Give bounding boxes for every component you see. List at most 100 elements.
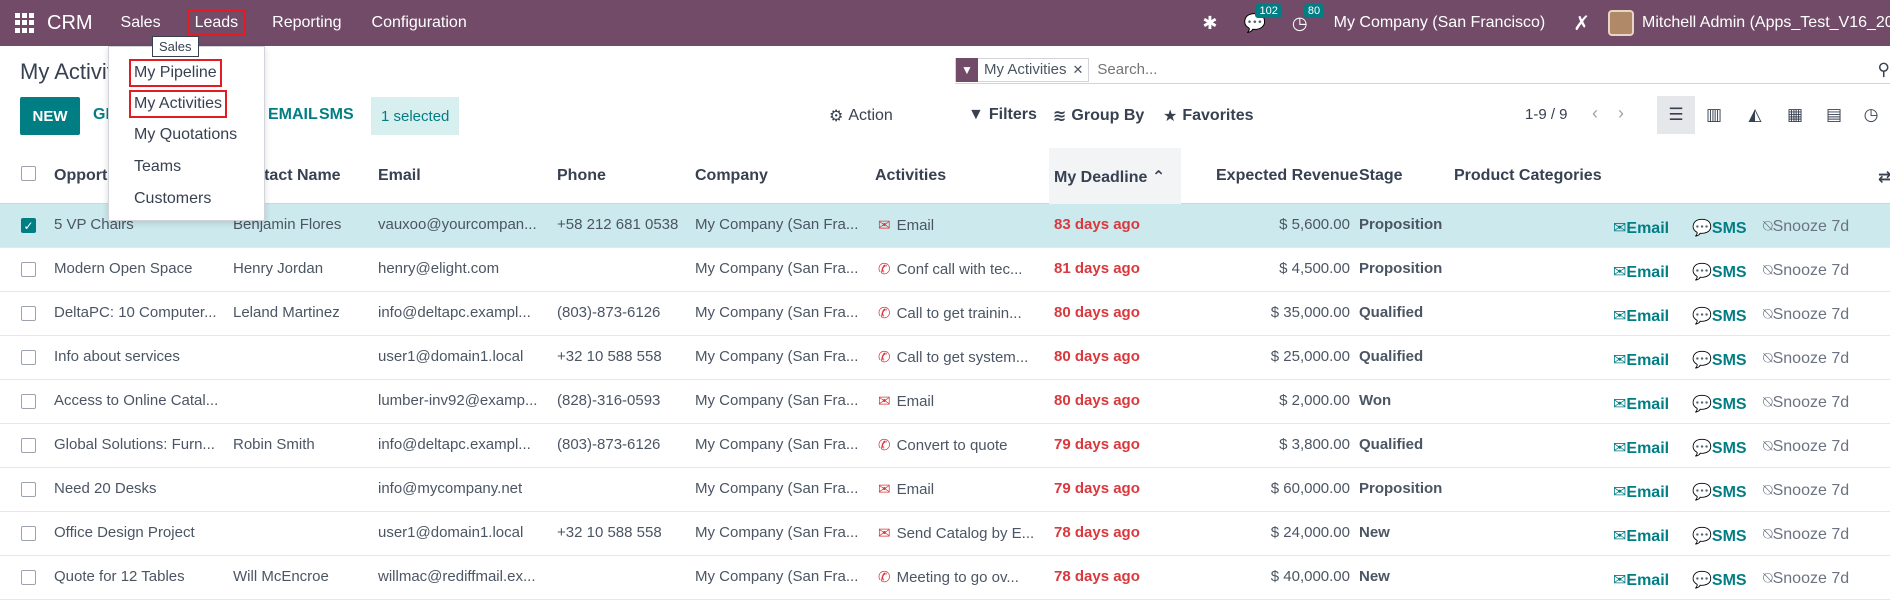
row-checkbox[interactable]: [21, 262, 36, 277]
col-product-categories[interactable]: Product Categories: [1454, 167, 1602, 185]
row-snooze-button[interactable]: ⍉Snooze 7d: [1763, 394, 1849, 412]
table-row[interactable]: Quote for 12 Tables Will McEncroe willmac@…: [0, 556, 1890, 600]
favorites-button[interactable]: ★ Favorites: [1163, 106, 1253, 126]
col-phone[interactable]: Phone: [557, 167, 606, 185]
row-checkbox[interactable]: [21, 570, 36, 585]
cell-opportunity[interactable]: DeltaPC: 10 Computer...: [54, 304, 224, 321]
row-sms-button[interactable]: 💬SMS: [1692, 306, 1747, 326]
pager-prev-icon[interactable]: ‹: [1592, 103, 1598, 124]
row-email-button[interactable]: ✉Email: [1613, 438, 1669, 458]
cell-activity[interactable]: ✆ Conf call with tec...: [878, 260, 1043, 278]
row-sms-button[interactable]: 💬SMS: [1692, 570, 1747, 590]
table-row[interactable]: Info about services user1@domain1.local +3…: [0, 336, 1890, 380]
pivot-view-icon[interactable]: ▦: [1776, 96, 1814, 134]
cell-opportunity[interactable]: Office Design Project: [54, 524, 224, 541]
graph-view-icon[interactable]: ◭: [1736, 96, 1774, 134]
search-input[interactable]: [1097, 61, 1798, 78]
row-email-button[interactable]: ✉Email: [1613, 306, 1669, 326]
sms-button[interactable]: SMS: [319, 106, 354, 124]
col-my-deadline[interactable]: My Deadline ⌃: [1054, 167, 1165, 187]
cell-activity[interactable]: ✉ Email: [878, 480, 1043, 498]
cell-activity[interactable]: ✉ Email: [878, 216, 1043, 234]
cell-opportunity[interactable]: Need 20 Desks: [54, 480, 224, 497]
select-all-checkbox[interactable]: [21, 166, 36, 181]
row-email-button[interactable]: ✉Email: [1613, 218, 1669, 238]
row-snooze-button[interactable]: ⍉Snooze 7d: [1763, 350, 1849, 368]
row-checkbox[interactable]: [21, 306, 36, 321]
groupby-button[interactable]: ≋ Group By: [1053, 106, 1144, 126]
cell-activity[interactable]: ✉ Send Catalog by E...: [878, 524, 1043, 542]
menu-item-teams[interactable]: Teams: [134, 158, 181, 176]
row-snooze-button[interactable]: ⍉Snooze 7d: [1763, 482, 1849, 500]
email-button[interactable]: EMAIL: [268, 106, 318, 124]
menu-sales[interactable]: Sales: [121, 14, 161, 32]
row-checkbox[interactable]: ✓: [21, 218, 36, 233]
row-snooze-button[interactable]: ⍉Snooze 7d: [1763, 526, 1849, 544]
cell-opportunity[interactable]: Access to Online Catal...: [54, 392, 224, 409]
row-checkbox[interactable]: [21, 438, 36, 453]
menu-reporting[interactable]: Reporting: [272, 14, 341, 32]
row-checkbox[interactable]: [21, 394, 36, 409]
row-sms-button[interactable]: 💬SMS: [1692, 218, 1747, 238]
cell-opportunity[interactable]: Info about services: [54, 348, 224, 365]
col-activities[interactable]: Activities: [875, 167, 946, 185]
row-snooze-button[interactable]: ⍉Snooze 7d: [1763, 262, 1849, 280]
row-email-button[interactable]: ✉Email: [1613, 526, 1669, 546]
cell-activity[interactable]: ✆ Call to get system...: [878, 348, 1043, 366]
bug-icon[interactable]: ✱: [1202, 13, 1217, 34]
menu-item-my-activities[interactable]: My Activities: [128, 90, 228, 118]
col-stage[interactable]: Stage: [1359, 167, 1403, 185]
col-email[interactable]: Email: [378, 167, 421, 185]
company-switcher[interactable]: My Company (San Francisco): [1334, 14, 1546, 32]
filters-button[interactable]: ▼ Filters: [968, 106, 1037, 124]
cell-opportunity[interactable]: Modern Open Space: [54, 260, 224, 277]
cell-activity[interactable]: ✆ Call to get trainin...: [878, 304, 1043, 322]
apps-grid-icon[interactable]: [15, 13, 35, 33]
pager-next-icon[interactable]: ›: [1618, 103, 1624, 124]
list-view-icon[interactable]: ☰: [1657, 96, 1695, 134]
row-sms-button[interactable]: 💬SMS: [1692, 526, 1747, 546]
row-email-button[interactable]: ✉Email: [1613, 262, 1669, 282]
table-row[interactable]: ✓ 5 VP Chairs Benjamin Flores vauxoo@yourco…: [0, 204, 1890, 248]
pager-value[interactable]: 1-9 / 9: [1525, 106, 1568, 123]
row-snooze-button[interactable]: ⍉Snooze 7d: [1763, 218, 1849, 236]
col-company[interactable]: Company: [695, 167, 768, 185]
row-sms-button[interactable]: 💬SMS: [1692, 438, 1747, 458]
menu-item-customers[interactable]: Customers: [134, 190, 211, 208]
search-icon[interactable]: ⚲: [1878, 60, 1890, 80]
facet-remove-icon[interactable]: ✕: [1073, 62, 1089, 78]
row-sms-button[interactable]: 💬SMS: [1692, 482, 1747, 502]
calendar-view-icon[interactable]: ▤: [1815, 96, 1853, 134]
row-snooze-button[interactable]: ⍉Snooze 7d: [1763, 570, 1849, 588]
row-sms-button[interactable]: 💬SMS: [1692, 262, 1747, 282]
new-button[interactable]: NEW: [20, 97, 80, 135]
row-email-button[interactable]: ✉Email: [1613, 350, 1669, 370]
table-row[interactable]: Office Design Project user1@domain1.local…: [0, 512, 1890, 556]
user-menu[interactable]: Mitchell Admin (Apps_Test_V16_2023_0...: [1642, 14, 1890, 32]
row-email-button[interactable]: ✉Email: [1613, 482, 1669, 502]
cell-opportunity[interactable]: Global Solutions: Furn...: [54, 436, 224, 453]
row-sms-button[interactable]: 💬SMS: [1692, 394, 1747, 414]
cell-activity[interactable]: ✆ Convert to quote: [878, 436, 1043, 454]
table-row[interactable]: Need 20 Desks info@mycompany.net My Compan…: [0, 468, 1890, 512]
app-brand[interactable]: CRM: [47, 12, 93, 35]
action-button[interactable]: ⚙ Action: [829, 106, 893, 126]
row-sms-button[interactable]: 💬SMS: [1692, 350, 1747, 370]
table-row[interactable]: DeltaPC: 10 Computer... Leland Martinez in…: [0, 292, 1890, 336]
row-email-button[interactable]: ✉Email: [1613, 394, 1669, 414]
optional-columns-icon[interactable]: ⇄: [1878, 167, 1890, 187]
tools-icon[interactable]: ✗: [1573, 11, 1590, 36]
menu-leads[interactable]: Leads: [186, 10, 247, 36]
row-snooze-button[interactable]: ⍉Snooze 7d: [1763, 438, 1849, 456]
kanban-view-icon[interactable]: ▥: [1695, 96, 1733, 134]
cell-opportunity[interactable]: Quote for 12 Tables: [54, 568, 224, 585]
messages-icon[interactable]: 💬 102: [1243, 3, 1282, 34]
table-row[interactable]: Modern Open Space Henry Jordan henry@eligh…: [0, 248, 1890, 292]
cell-activity[interactable]: ✉ Email: [878, 392, 1043, 410]
row-checkbox[interactable]: [21, 350, 36, 365]
avatar[interactable]: [1608, 10, 1634, 36]
row-checkbox[interactable]: [21, 482, 36, 497]
cell-activity[interactable]: ✆ Meeting to go ov...: [878, 568, 1043, 586]
row-email-button[interactable]: ✉Email: [1613, 570, 1669, 590]
activity-view-icon[interactable]: ◷: [1852, 96, 1890, 134]
